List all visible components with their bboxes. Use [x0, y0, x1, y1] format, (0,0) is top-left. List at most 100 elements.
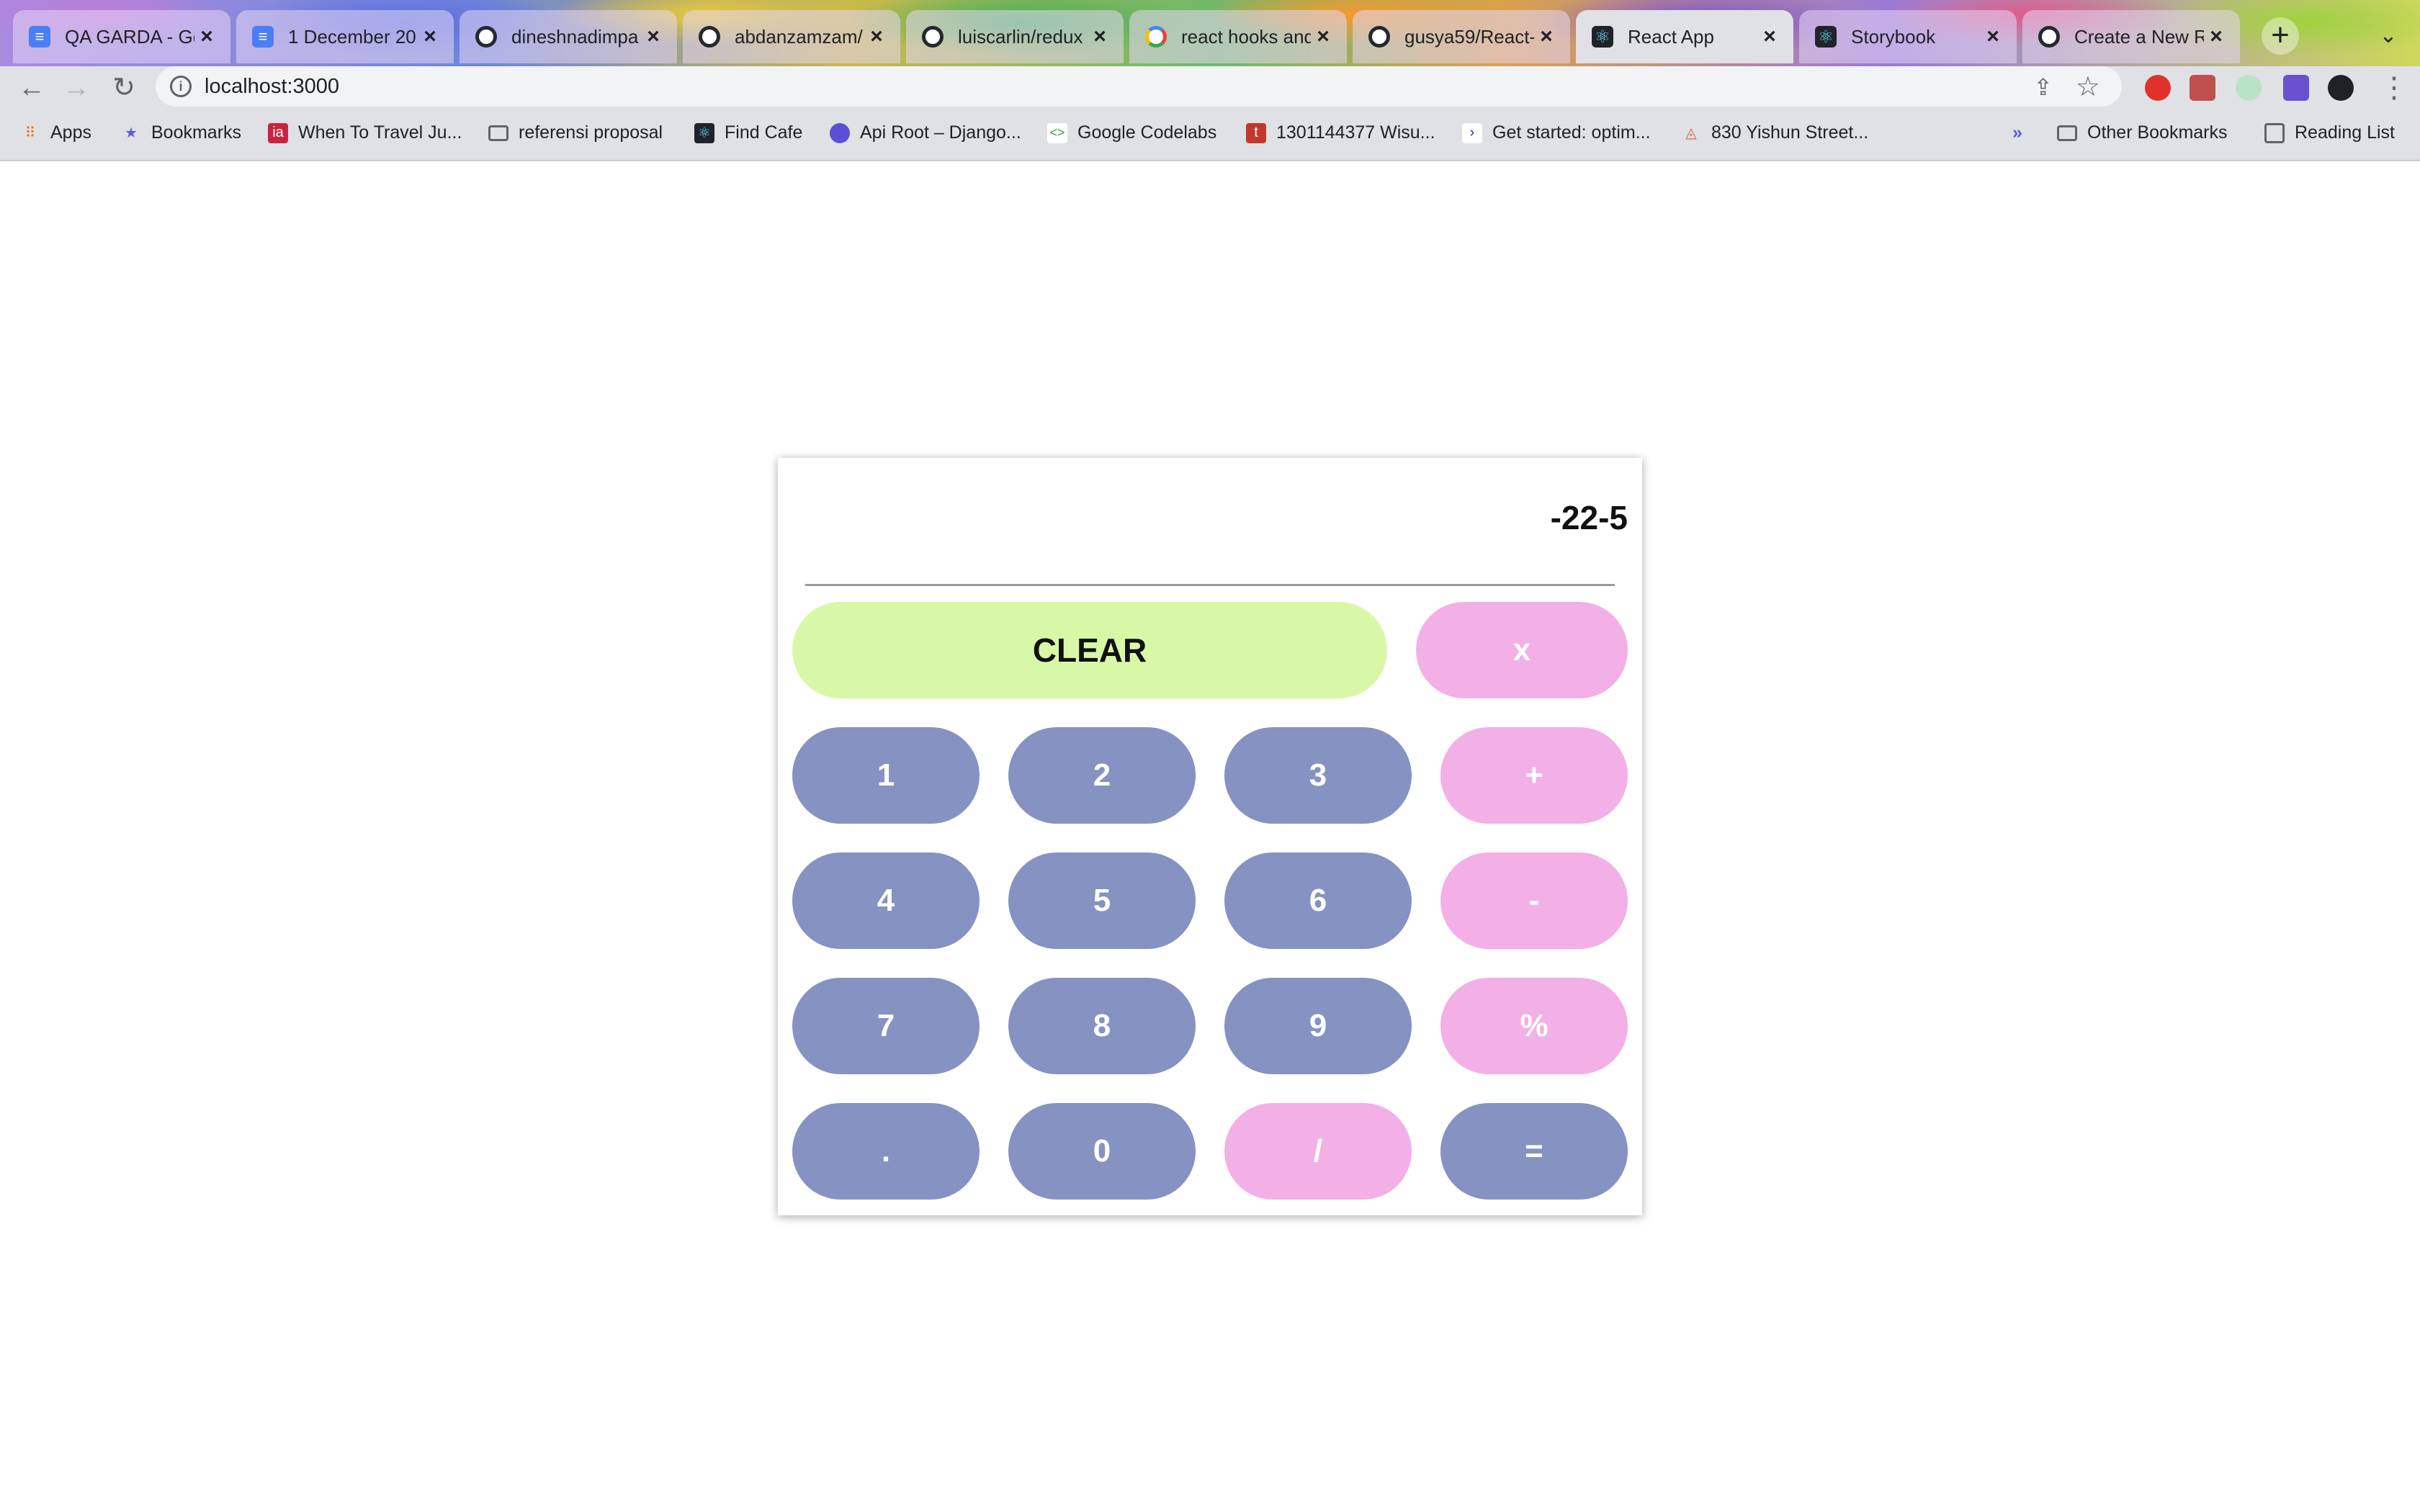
- folder-icon: [2057, 125, 2077, 141]
- digit-7-button[interactable]: 7: [792, 978, 980, 1074]
- close-icon[interactable]: ×: [1088, 24, 1112, 49]
- divide-button[interactable]: /: [1224, 1103, 1412, 1200]
- reading-list[interactable]: Reading List: [2264, 122, 2395, 143]
- bookmark-item[interactable]: <> Google Codelabs: [1047, 122, 1216, 143]
- close-icon[interactable]: ×: [2204, 24, 2228, 49]
- digit-4-button[interactable]: 4: [792, 852, 980, 949]
- tab-title: react hooks and: [1181, 25, 1311, 48]
- tab[interactable]: Create a New R ×: [2022, 10, 2240, 63]
- bookmark-item[interactable]: ia When To Travel Ju...: [268, 122, 462, 143]
- close-icon[interactable]: ×: [1311, 24, 1335, 49]
- extension-adblock-icon[interactable]: [2145, 75, 2171, 101]
- google-icon: [1145, 26, 1167, 48]
- percent-button[interactable]: %: [1440, 978, 1628, 1074]
- back-icon[interactable]: ←: [14, 71, 49, 105]
- tab[interactable]: Storybook ×: [1799, 10, 2017, 63]
- digit-0-button[interactable]: 0: [1008, 1103, 1196, 1200]
- bookmark-label: 1301144377 Wisu...: [1276, 122, 1435, 143]
- puzzle-icon[interactable]: [2283, 75, 2309, 101]
- profile-avatar[interactable]: [2328, 75, 2354, 101]
- tab-title: luiscarlin/redux: [958, 25, 1083, 48]
- bookmark-item[interactable]: Api Root – Django...: [830, 122, 1021, 143]
- tab-title: Storybook: [1851, 25, 1936, 48]
- decimal-button[interactable]: .: [792, 1103, 980, 1200]
- close-icon[interactable]: ×: [418, 24, 442, 49]
- calculator: -22-5 CLEAR x 1 2 3 + 4 5 6 - 7 8 9 % . …: [778, 458, 1642, 1215]
- multiply-button[interactable]: x: [1416, 602, 1628, 698]
- bookmarks-overflow-icon[interactable]: »: [2012, 122, 2022, 143]
- tab-title: abdanzamzam/: [735, 25, 863, 48]
- new-tab-icon[interactable]: +: [2262, 17, 2299, 55]
- digit-1-button[interactable]: 1: [792, 727, 980, 824]
- digit-9-button[interactable]: 9: [1224, 978, 1412, 1074]
- site-icon: ◬: [1685, 125, 1697, 141]
- github-icon: [475, 26, 497, 48]
- bookmark-label: Reading List: [2295, 122, 2395, 143]
- close-icon[interactable]: ×: [1534, 24, 1559, 49]
- tab[interactable]: luiscarlin/redux ×: [906, 10, 1124, 63]
- bookmark-label: Apps: [50, 122, 91, 143]
- bookmark-label: 830 Yishun Street...: [1711, 122, 1869, 143]
- close-icon[interactable]: ×: [194, 24, 219, 49]
- react-icon: [1815, 26, 1837, 48]
- digit-8-button[interactable]: 8: [1008, 978, 1196, 1074]
- star-icon: ★: [125, 125, 138, 141]
- react-icon: [1592, 26, 1613, 48]
- tab[interactable]: 1 December 20 ×: [236, 10, 454, 63]
- bookmark-item[interactable]: ◬ 830 Yishun Street...: [1681, 122, 1868, 143]
- forward-icon[interactable]: →: [59, 71, 94, 105]
- reload-icon[interactable]: ↻: [107, 71, 141, 105]
- calculator-display: -22-5: [1550, 499, 1628, 536]
- apps-grid-icon: ⠿: [24, 125, 36, 141]
- digit-2-button[interactable]: 2: [1008, 727, 1196, 824]
- clear-button[interactable]: CLEAR: [792, 602, 1387, 698]
- bookmark-label: When To Travel Ju...: [298, 122, 462, 143]
- bookmark-item[interactable]: t 1301144377 Wisu...: [1246, 122, 1435, 143]
- bookmark-apps[interactable]: ⠿ Apps: [20, 122, 91, 143]
- bookmark-item[interactable]: › Get started: optim...: [1462, 122, 1651, 143]
- info-icon[interactable]: i: [170, 76, 192, 97]
- bookmark-star-icon[interactable]: ☆: [2076, 71, 2100, 103]
- bookmark-bookmarks[interactable]: ★ Bookmarks: [121, 122, 241, 143]
- extension-icon[interactable]: [2236, 75, 2262, 101]
- github-icon: [922, 26, 944, 48]
- close-icon[interactable]: ×: [864, 24, 889, 49]
- close-icon[interactable]: ×: [1757, 24, 1782, 49]
- github-icon: [1368, 26, 1390, 48]
- bookmarks-bar: ⠿ Apps ★ Bookmarks ia When To Travel Ju.…: [0, 109, 2420, 161]
- bookmark-label: Other Bookmarks: [2087, 122, 2228, 143]
- tab-title: Create a New R: [2074, 25, 2204, 48]
- address-bar[interactable]: i localhost:3000 ⇪ ☆: [156, 66, 2122, 107]
- extension-icon[interactable]: [2190, 75, 2215, 101]
- digit-6-button[interactable]: 6: [1224, 852, 1412, 949]
- tab[interactable]: react hooks and ×: [1129, 10, 1347, 63]
- equals-button[interactable]: =: [1440, 1103, 1628, 1200]
- bookmark-label: referensi proposal: [519, 122, 663, 143]
- tab-active[interactable]: React App ×: [1576, 10, 1793, 63]
- close-icon[interactable]: ×: [641, 24, 666, 49]
- bookmark-folder[interactable]: referensi proposal: [488, 122, 663, 143]
- tab[interactable]: abdanzamzam/ ×: [683, 10, 900, 63]
- digit-5-button[interactable]: 5: [1008, 852, 1196, 949]
- site-icon: ia: [268, 122, 288, 143]
- digit-3-button[interactable]: 3: [1224, 727, 1412, 824]
- react-icon: ⚛: [694, 122, 714, 143]
- bookmark-label: Find Cafe: [725, 122, 803, 143]
- menu-icon[interactable]: ⋮: [2380, 71, 2408, 105]
- tab[interactable]: gusya59/React- ×: [1353, 10, 1570, 63]
- github-icon: [2038, 26, 2060, 48]
- tab[interactable]: QA GARDA - Go ×: [13, 10, 230, 63]
- tab[interactable]: dineshnadimpa ×: [460, 10, 677, 63]
- other-bookmarks[interactable]: Other Bookmarks: [2057, 122, 2228, 143]
- url-text[interactable]: localhost:3000: [205, 75, 339, 99]
- github-icon: [699, 26, 720, 48]
- bookmark-item[interactable]: ⚛ Find Cafe: [694, 122, 802, 143]
- plus-button[interactable]: +: [1440, 727, 1628, 824]
- share-icon[interactable]: ⇪: [2033, 73, 2053, 101]
- chevron-down-icon[interactable]: ⌄: [2370, 17, 2407, 55]
- docs-icon: [252, 26, 274, 48]
- minus-button[interactable]: -: [1440, 852, 1628, 949]
- bookmark-label: Bookmarks: [151, 122, 242, 143]
- close-icon[interactable]: ×: [1981, 24, 2005, 49]
- site-icon: ›: [1462, 122, 1482, 143]
